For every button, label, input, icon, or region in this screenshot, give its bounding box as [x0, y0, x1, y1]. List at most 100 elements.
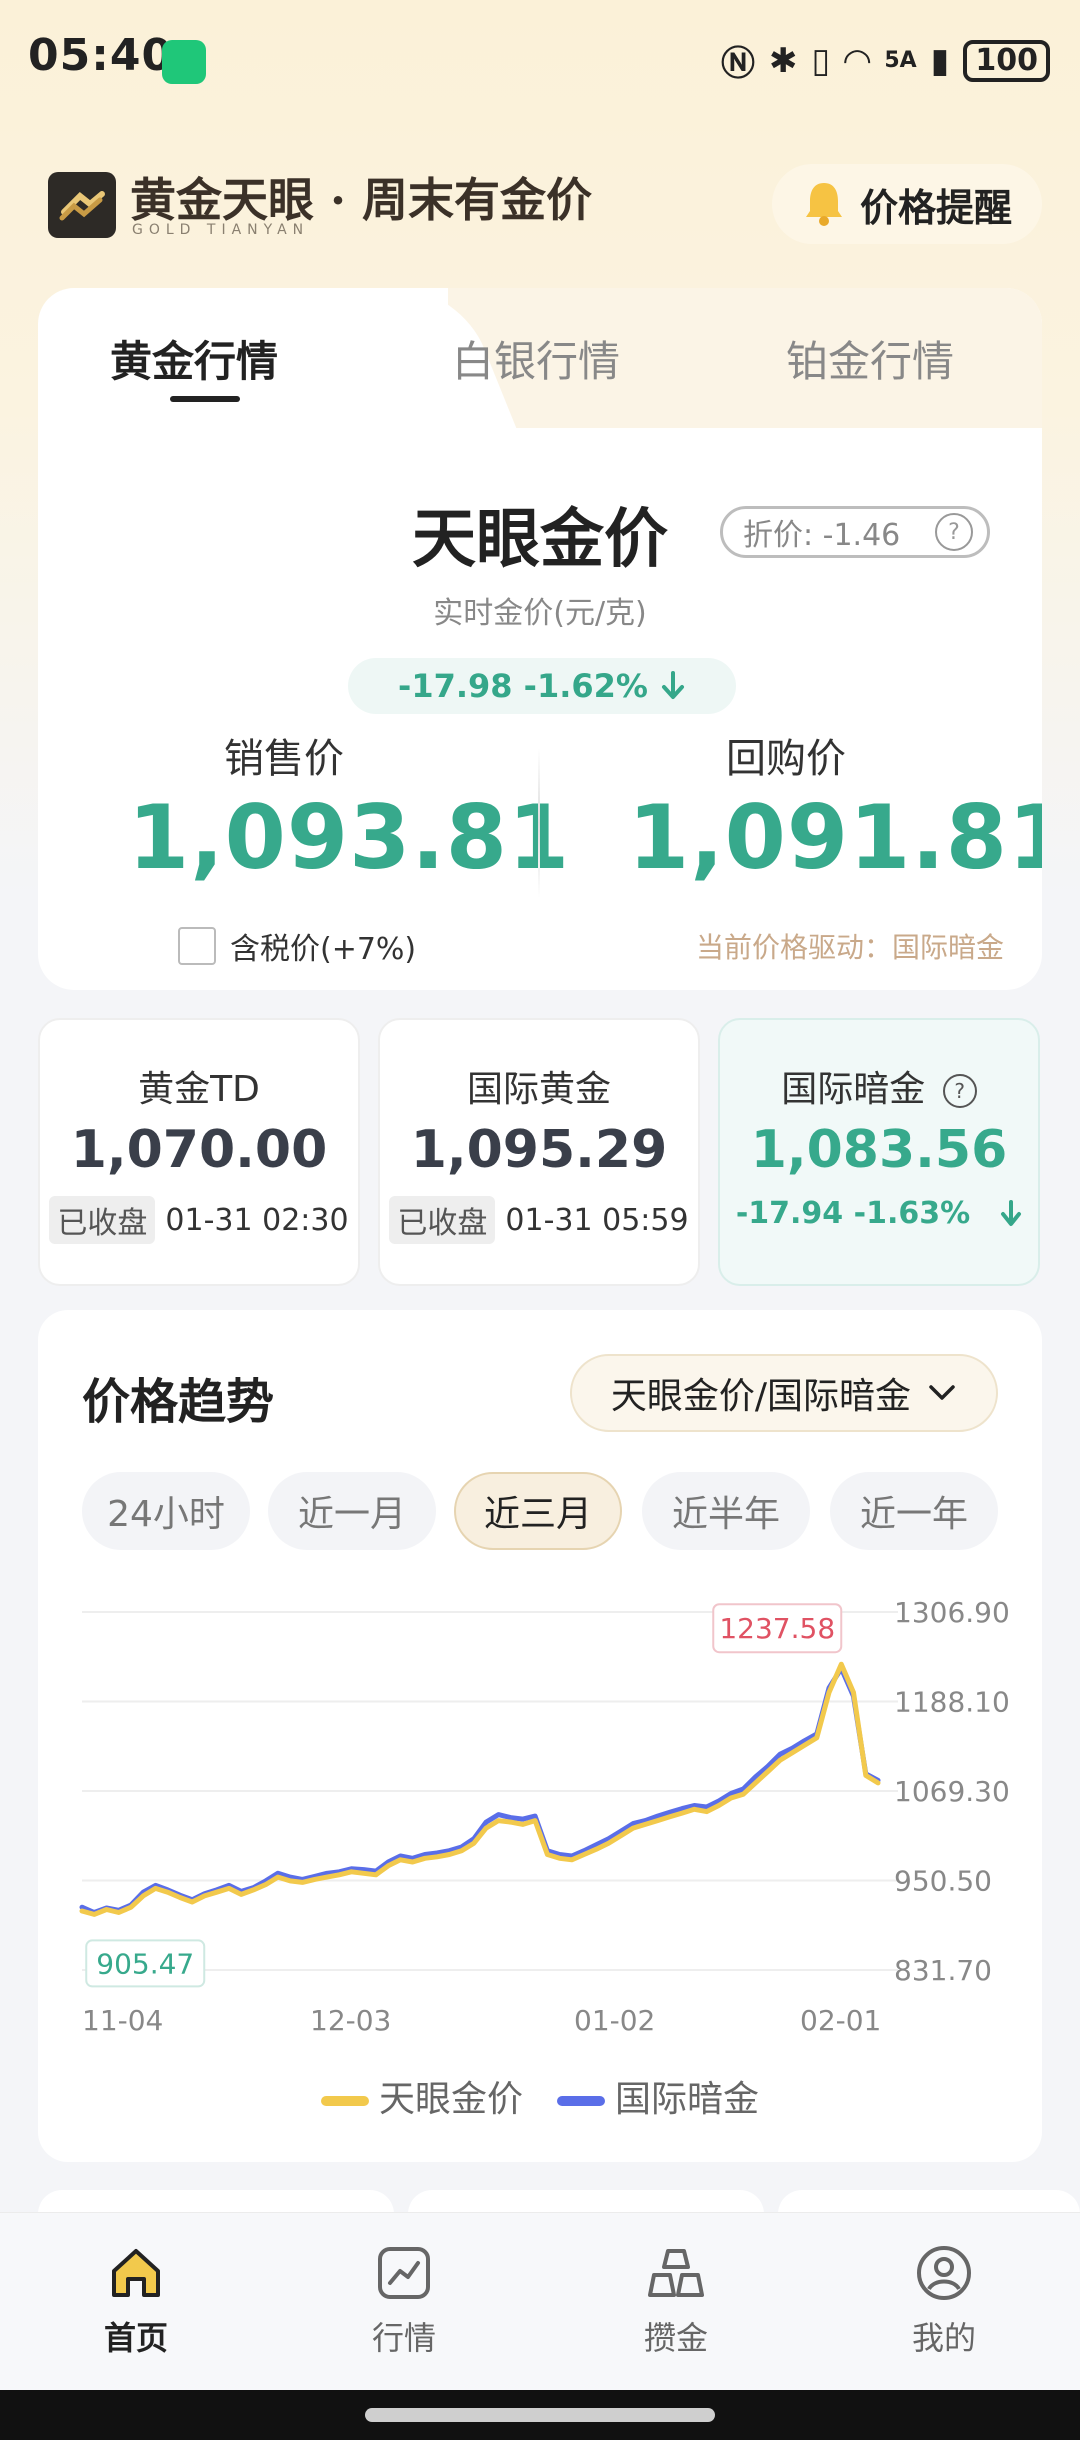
mini-card-title: 国际暗金 ? [720, 1060, 1038, 1112]
trend-icon [378, 2247, 430, 2299]
brand-title: 黄金天眼 · 周末有金价 [130, 173, 593, 227]
brand-subtitle: GOLD TIANYAN [132, 222, 310, 238]
network-label: 5A [884, 48, 917, 73]
app-notification-icon [162, 40, 206, 84]
nav-save-gold[interactable]: 攒金 [606, 2243, 746, 2359]
price-alert-label: 价格提醒 [859, 185, 1012, 230]
mini-card-time: 01-31 05:59 [505, 1202, 689, 1238]
wifi-icon: ◠ [844, 40, 871, 81]
series-selector[interactable]: 天眼金价/国际暗金 [570, 1354, 998, 1432]
mini-card-intl-dark-gold[interactable]: 国际暗金 ? 1,083.56 -17.94 -1.63% [718, 1018, 1040, 1286]
metal-tabs: 黄金行情 白银行情 铂金行情 [38, 288, 1042, 428]
market-status-badge: 已收盘 [49, 1196, 156, 1244]
vibrate-icon: ▯ [811, 40, 831, 81]
legend-item-tianyan: 天眼金价 [320, 2070, 523, 2122]
x-tick-label: 01-02 [574, 2004, 655, 2037]
mini-card-change: -17.94 -1.63% [735, 1196, 971, 1231]
tax-toggle[interactable]: 含税价(+7%) [178, 924, 416, 968]
sell-price-value: 1,093.81 [128, 786, 571, 889]
mini-card-value: 1,070.00 [70, 1120, 328, 1180]
x-tick-label: 11-04 [82, 2004, 163, 2037]
trend-title: 价格趋势 [82, 1374, 275, 1430]
legend-swatch [557, 2096, 605, 2106]
price-trend-card: 价格趋势 天眼金价/国际暗金 24小时 近一月 近三月 近半年 近一年 1306… [38, 1310, 1042, 2162]
arrow-down-icon [1001, 1199, 1022, 1226]
logo-icon [59, 191, 105, 221]
mini-card-footer: 已收盘 01-31 02:30 [40, 1196, 358, 1244]
x-tick-label: 12-03 [310, 2004, 391, 2037]
market-status-badge: 已收盘 [389, 1196, 496, 1244]
tax-checkbox[interactable] [178, 927, 216, 965]
help-icon[interactable]: ? [935, 513, 973, 551]
price-change-pill: -17.98 -1.62% [348, 658, 736, 714]
mini-card-value: 1,083.56 [750, 1120, 1008, 1180]
max-label: 1237.58 [719, 1612, 835, 1645]
bell-icon [805, 183, 842, 226]
discount-text: 折价: -1.46 [743, 518, 901, 553]
mini-card-footer: 已收盘 01-31 05:59 [380, 1196, 698, 1244]
status-icons: Ⓝ ✱ ▯ ◠ 5A ▮ 100 [721, 36, 1050, 85]
nav-label: 首页 [103, 2319, 168, 2357]
price-chart[interactable]: 1306.90 1188.10 1069.30 950.50 831.70 11-04 12… [38, 1560, 1042, 2040]
status-bar: 05:40 Ⓝ ✱ ▯ ◠ 5A ▮ 100 [0, 0, 1080, 120]
price-change: -17.98 -1.62% [398, 667, 648, 705]
price-divider [538, 748, 540, 898]
bottom-nav: 首页 行情 攒金 我的 [0, 2212, 1080, 2391]
y-tick-label: 831.70 [894, 1954, 992, 1987]
chevron-down-icon [929, 1385, 955, 1400]
tab-gold[interactable]: 黄金行情 [110, 328, 278, 389]
chart-legend: 天眼金价 国际暗金 [38, 2070, 1042, 2122]
min-label: 905.47 [96, 1947, 194, 1980]
range-1m[interactable]: 近一月 [268, 1472, 436, 1550]
nav-market[interactable]: 行情 [334, 2243, 474, 2359]
tab-underline [170, 396, 240, 402]
gold-bars-icon [648, 2249, 704, 2297]
tab-platinum[interactable]: 铂金行情 [786, 328, 954, 389]
y-tick-label: 950.50 [894, 1865, 992, 1898]
price-alert-button[interactable]: 价格提醒 [772, 164, 1042, 244]
tab-silver[interactable]: 白银行情 [452, 328, 620, 389]
arrow-down-icon [661, 671, 684, 699]
nav-label: 我的 [911, 2319, 976, 2357]
range-1y[interactable]: 近一年 [830, 1472, 998, 1550]
mini-card-footer: -17.94 -1.63% [720, 1196, 1038, 1231]
range-6m[interactable]: 近半年 [642, 1472, 810, 1550]
home-icon [112, 2249, 160, 2297]
mini-card-gold-td[interactable]: 黄金TD 1,070.00 已收盘 01-31 02:30 [38, 1018, 360, 1286]
legend-swatch [320, 2096, 369, 2106]
range-3m[interactable]: 近三月 [454, 1472, 622, 1550]
signal-icon: ▮ [930, 40, 950, 81]
mini-card-time: 01-31 02:30 [165, 1202, 349, 1238]
legend-label: 国际暗金 [615, 2079, 760, 2120]
battery-icon: 100 [963, 39, 1050, 82]
range-24h[interactable]: 24小时 [82, 1472, 250, 1550]
nav-profile[interactable]: 我的 [874, 2243, 1014, 2359]
home-indicator[interactable] [365, 2408, 715, 2422]
sell-price-label: 销售价 [224, 736, 344, 782]
mini-card-title-text: 国际暗金 [781, 1069, 926, 1110]
nav-label: 攒金 [643, 2319, 708, 2357]
x-tick-label: 02-01 [800, 2004, 881, 2037]
mini-card-title: 黄金TD [138, 1069, 260, 1110]
status-time: 05:40 [28, 30, 174, 81]
help-icon[interactable]: ? [942, 1074, 977, 1108]
legend-item-dark-gold: 国际暗金 [557, 2070, 759, 2122]
buy-price-label: 回购价 [726, 736, 846, 782]
y-tick-label: 1188.10 [894, 1686, 1010, 1719]
tax-label: 含税价(+7%) [230, 932, 417, 967]
discount-badge[interactable]: 折价: -1.46 ? [720, 506, 990, 558]
buy-price-value: 1,091.81 [628, 786, 1042, 889]
price-subtitle: 实时金价(元/克) [433, 596, 647, 631]
mini-card-value: 1,095.29 [410, 1120, 668, 1180]
y-tick-label: 1306.90 [894, 1596, 1010, 1629]
price-driver: 当前价格驱动：国际暗金 [695, 931, 1004, 964]
gold-price-card: 黄金行情 白银行情 铂金行情 天眼金价 折价: -1.46 ? 实时金价(元/克… [38, 288, 1042, 990]
profile-icon [917, 2246, 971, 2300]
mini-card-intl-gold[interactable]: 国际黄金 1,095.29 已收盘 01-31 05:59 [378, 1018, 700, 1286]
nav-home[interactable]: 首页 [66, 2243, 206, 2359]
series-selector-label: 天眼金价/国际暗金 [610, 1376, 912, 1417]
bluetooth-icon: ✱ [768, 40, 798, 81]
legend-label: 天眼金价 [378, 2079, 523, 2120]
mini-card-title: 国际黄金 [466, 1069, 611, 1110]
nfc-icon: Ⓝ [720, 44, 755, 84]
